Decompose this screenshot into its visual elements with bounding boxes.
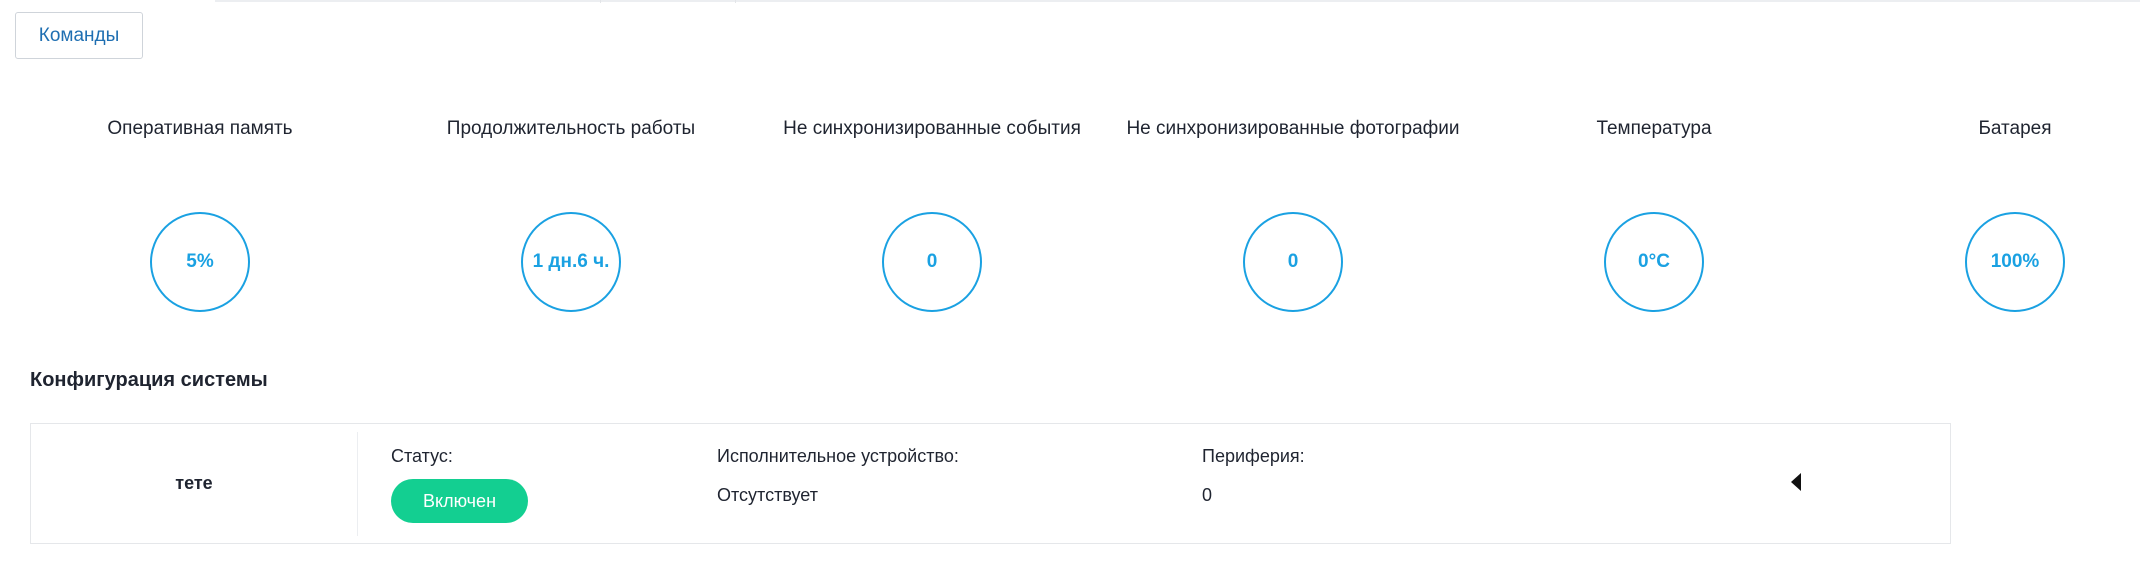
metric-label: Температура	[1596, 118, 1712, 139]
metric-circle: 0°C	[1604, 212, 1704, 312]
system-config-card: тете Статус: Включен Исполнительное устр…	[30, 423, 1951, 544]
metric-value: 0	[926, 251, 938, 272]
metric-circle: 0	[1243, 212, 1343, 312]
section-title: Конфигурация системы	[30, 369, 268, 391]
status-label: Статус:	[391, 446, 453, 466]
metric-label: Не синхронизированные события	[783, 118, 1081, 139]
metric-circle: 0	[882, 212, 982, 312]
metric-ram: Оперативная память 5%	[10, 0, 390, 320]
metric-label: Оперативная память	[107, 118, 293, 139]
metric-label: Батарея	[1978, 118, 2052, 139]
metric-value: 0°C	[1638, 251, 1670, 272]
executor-value: Отсутствует	[717, 485, 818, 505]
metric-battery: Батарея 100%	[1825, 0, 2140, 320]
peripherals-label: Периферия:	[1202, 446, 1305, 466]
metric-value: 5%	[186, 251, 214, 272]
metric-label: Не синхронизированные фотографии	[1126, 118, 1460, 139]
metric-value: 1 дн.6 ч.	[532, 251, 610, 272]
metric-unsynced-events: Не синхронизированные события 0	[742, 0, 1122, 320]
metric-value: 100%	[1990, 251, 2040, 272]
peripherals-value: 0	[1202, 485, 1213, 505]
executor-label: Исполнительное устройство:	[717, 446, 959, 466]
caret-left-icon[interactable]	[1787, 470, 1805, 494]
caret-left-icon-shape	[1791, 473, 1801, 491]
status-badge[interactable]: Включен	[391, 479, 528, 523]
metric-circle: 100%	[1965, 212, 2065, 312]
metric-circle: 1 дн.6 ч.	[521, 212, 621, 312]
metric-temperature: Температура 0°C	[1464, 0, 1844, 320]
metric-circle: 5%	[150, 212, 250, 312]
metric-label: Продолжительность работы	[446, 118, 696, 139]
metric-uptime: Продолжительность работы 1 дн.6 ч.	[381, 0, 761, 320]
metric-value: 0	[1287, 251, 1299, 272]
metric-unsynced-photos: Не синхронизированные фотографии 0	[1103, 0, 1483, 320]
device-name: тете	[175, 473, 213, 493]
card-divider	[357, 432, 358, 536]
